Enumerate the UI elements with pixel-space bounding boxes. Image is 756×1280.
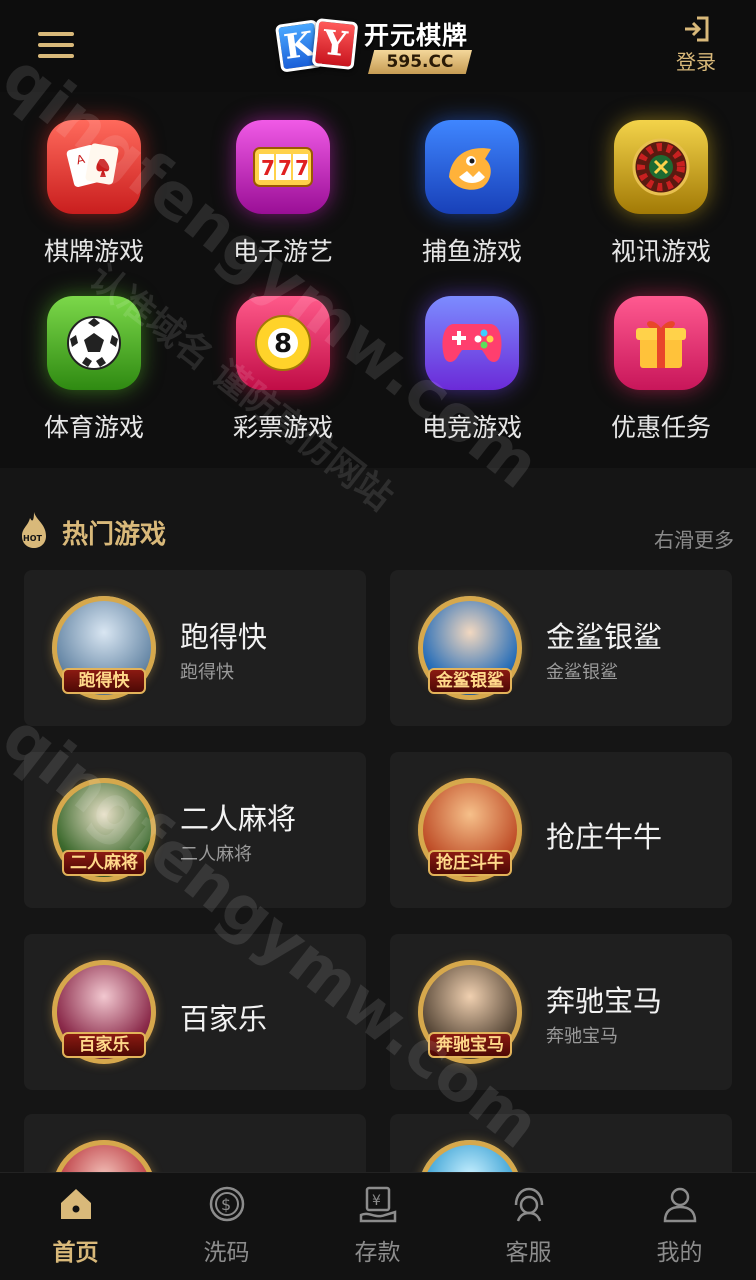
customer-service-icon [514, 1187, 544, 1222]
category-label: 电竞游戏 [421, 413, 522, 442]
brand-logo: K Y 开元棋牌 595.CC [274, 14, 476, 78]
game-thumbnail: 百家乐 [52, 960, 156, 1064]
hot-games-title: 热门游戏 [62, 520, 167, 550]
game-name: 金鲨银鲨 [546, 620, 663, 654]
top-header: K Y 开元棋牌 595.CC 登录 [0, 0, 756, 92]
home-icon [61, 1189, 91, 1219]
category-card-promo[interactable]: 优惠任务 [591, 268, 731, 442]
category-card-live[interactable]: 视讯游戏 [591, 92, 731, 266]
deposit-icon: ¥ [359, 1186, 397, 1223]
game-thumbnail-tag: 抢庄斗牛 [428, 850, 512, 876]
game-card-paodekuai[interactable]: 跑得快 跑得快 跑得快 [24, 570, 366, 726]
gift-icon [614, 296, 708, 390]
game-subtitle: 金鲨银鲨 [546, 662, 618, 683]
login-button[interactable]: 登录 [670, 16, 722, 75]
game-thumbnail: 跑得快 [52, 596, 156, 700]
game-name: 跑得快 [180, 620, 268, 654]
game-name: 二人麻将 [180, 802, 297, 836]
swipe-more-link[interactable]: 右滑更多 [654, 524, 734, 553]
game-thumbnail-tag: 金鲨银鲨 [428, 668, 512, 694]
nav-label: 首页 [52, 1240, 99, 1266]
nav-support[interactable]: 客服 [453, 1173, 604, 1280]
category-label: 电子游艺 [232, 237, 333, 266]
game-thumbnail-tag: 跑得快 [62, 668, 146, 694]
nav-label: 洗码 [203, 1240, 250, 1266]
category-card-sports[interactable]: 体育游戏 [24, 268, 164, 442]
nav-profile[interactable]: 我的 [604, 1173, 755, 1280]
brand-name: 开元棋牌 [364, 21, 469, 50]
hot-games-header: HOT 热门游戏 右滑更多 [0, 490, 756, 570]
brand-site: 595.CC [368, 50, 472, 74]
game-thumbnail-tag: 百家乐 [62, 1032, 146, 1058]
user-icon [663, 1187, 697, 1223]
game-thumbnail: 抢庄斗牛 [418, 778, 522, 882]
nav-deposit[interactable]: ¥ 存款 [302, 1173, 453, 1280]
svg-text:8: 8 [274, 329, 292, 359]
game-subtitle: 跑得快 [180, 662, 234, 683]
svg-text:7: 7 [278, 156, 292, 180]
category-label: 体育游戏 [43, 413, 144, 442]
svg-text:HOT: HOT [23, 534, 42, 543]
category-label: 彩票游戏 [232, 413, 333, 442]
game-card-shark[interactable]: 金鲨银鲨 金鲨银鲨 金鲨银鲨 [390, 570, 732, 726]
game-card-benz-bmw[interactable]: 奔驰宝马 奔驰宝马 奔驰宝马 [390, 934, 732, 1090]
game-thumbnail: 金鲨银鲨 [418, 596, 522, 700]
svg-text:7: 7 [295, 156, 309, 180]
svg-text:$: $ [221, 1195, 231, 1214]
nav-home[interactable]: 首页 [0, 1173, 151, 1280]
game-thumbnail-tag: 二人麻将 [62, 850, 146, 876]
bottom-nav: 首页 $ 洗码 ¥ 存款 客服 我的 [0, 1172, 756, 1280]
ky-logo-mark: K Y [274, 16, 360, 74]
hot-fire-icon: HOT [22, 512, 46, 548]
game-card-mahjong[interactable]: 二人麻将 二人麻将 二人麻将 [24, 752, 366, 908]
category-label: 棋牌游戏 [43, 237, 144, 266]
coin-icon: $ [209, 1186, 245, 1222]
game-name: 抢庄牛牛 [546, 820, 663, 854]
svg-text:¥: ¥ [372, 1193, 381, 1209]
game-thumbnail: 二人麻将 [52, 778, 156, 882]
game-card-baccarat[interactable]: 百家乐 百家乐 [24, 934, 366, 1090]
hamburger-icon[interactable] [38, 30, 76, 60]
nav-label: 客服 [505, 1240, 552, 1266]
category-label: 捕鱼游戏 [421, 237, 522, 266]
category-card-lottery[interactable]: 8 彩票游戏 [213, 268, 353, 442]
svg-text:7: 7 [261, 156, 275, 180]
game-card-niuniu[interactable]: 抢庄斗牛 抢庄牛牛 [390, 752, 732, 908]
soccer-ball-icon [47, 296, 141, 390]
slot-777-icon: 7 7 7 [236, 120, 330, 214]
category-card-fishing[interactable]: 捕鱼游戏 [402, 92, 542, 266]
category-card-slots[interactable]: 7 7 7 电子游艺 [213, 92, 353, 266]
logo-letter-y: Y [311, 17, 359, 71]
login-icon [685, 16, 709, 42]
gamepad-icon [425, 296, 519, 390]
game-subtitle: 二人麻将 [180, 844, 252, 865]
roulette-icon [614, 120, 708, 214]
category-grid: A 棋牌游戏 7 7 7 电子游艺 捕鱼游戏 视讯游戏 体育游戏 8 彩票游戏 … [0, 92, 756, 468]
app-root: K Y 开元棋牌 595.CC 登录 A 棋牌游戏 7 7 7 电子游艺 捕鱼游… [0, 0, 756, 1280]
shark-icon [425, 120, 519, 214]
nav-label: 我的 [656, 1240, 703, 1266]
nav-rebate[interactable]: $ 洗码 [151, 1173, 302, 1280]
category-label: 视讯游戏 [610, 237, 711, 266]
game-name: 奔驰宝马 [546, 984, 663, 1018]
category-label: 优惠任务 [610, 413, 711, 442]
nav-label: 存款 [354, 1240, 401, 1266]
game-name: 百家乐 [180, 1002, 268, 1036]
category-card-esports[interactable]: 电竞游戏 [402, 268, 542, 442]
game-subtitle: 奔驰宝马 [546, 1026, 618, 1047]
category-card-games[interactable]: A 棋牌游戏 [24, 92, 164, 266]
login-label: 登录 [676, 50, 716, 74]
playing-cards-icon: A [47, 120, 141, 214]
game-thumbnail-tag: 奔驰宝马 [428, 1032, 512, 1058]
game-thumbnail: 奔驰宝马 [418, 960, 522, 1064]
billiard-8-ball-icon: 8 [236, 296, 330, 390]
